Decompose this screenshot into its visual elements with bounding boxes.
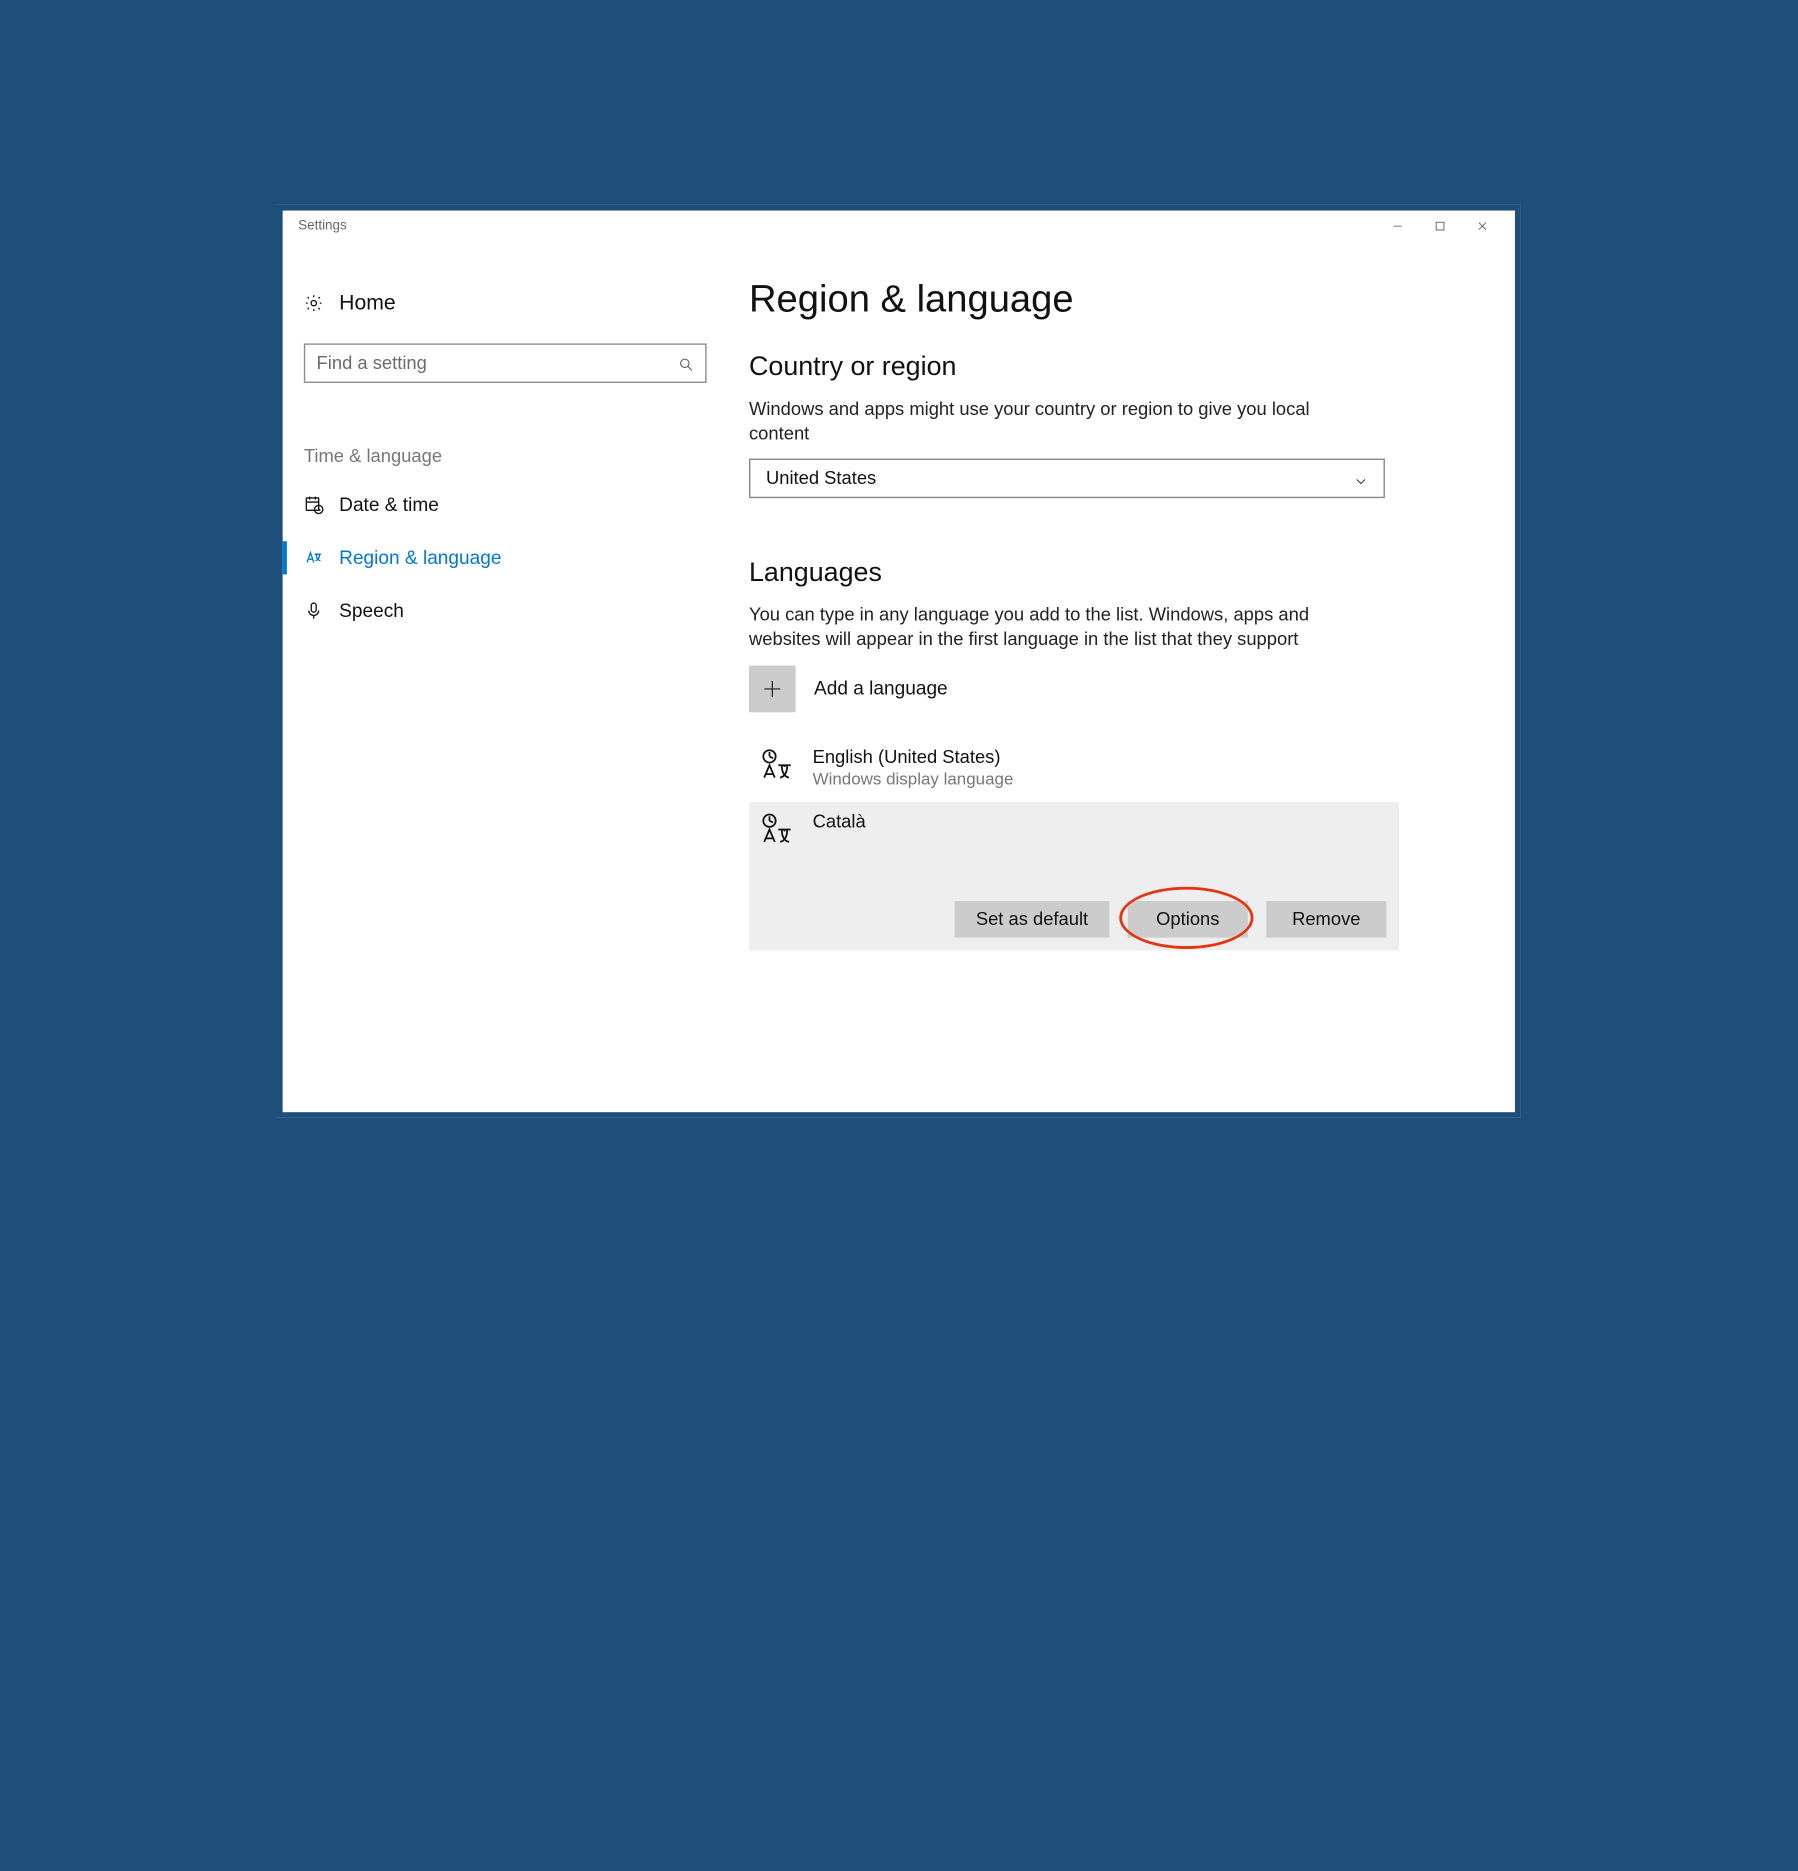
nav-date-time[interactable]: Date & time [295, 478, 715, 531]
country-selected: United States [766, 467, 876, 489]
gear-icon [304, 293, 324, 313]
plus-icon [749, 666, 796, 713]
language-glyph-icon [759, 747, 794, 782]
microphone-icon [304, 601, 324, 621]
language-icon [304, 548, 324, 568]
language-action-row: Set as default Options Remove [759, 901, 1386, 938]
main-content: Region & language Country or region Wind… [728, 241, 1515, 1112]
language-name: English (United States) [813, 746, 1014, 768]
region-description: Windows and apps might use your country … [749, 396, 1357, 446]
language-name: Català [813, 810, 866, 832]
language-item-english[interactable]: English (United States) Windows display … [749, 733, 1399, 802]
sidebar: Home Find a setting Time & language [283, 241, 728, 1112]
add-language-label: Add a language [814, 678, 948, 700]
remove-button[interactable]: Remove [1266, 901, 1386, 938]
nav-item-label: Speech [339, 600, 404, 622]
home-label: Home [339, 291, 396, 315]
country-dropdown[interactable]: United States [749, 458, 1385, 498]
nav-region-language[interactable]: Region & language [295, 531, 715, 584]
nav-speech[interactable]: Speech [295, 584, 715, 637]
minimize-button[interactable] [1376, 212, 1418, 240]
window-title: Settings [298, 218, 347, 234]
maximize-button[interactable] [1419, 212, 1461, 240]
search-placeholder: Find a setting [317, 352, 679, 374]
set-default-button[interactable]: Set as default [955, 901, 1110, 938]
calendar-clock-icon [304, 495, 324, 515]
window-controls [1376, 212, 1503, 240]
home-nav[interactable]: Home [295, 285, 715, 327]
nav-item-label: Region & language [339, 547, 501, 569]
search-icon [678, 355, 694, 371]
options-button[interactable]: Options [1128, 901, 1248, 938]
close-button[interactable] [1461, 212, 1503, 240]
titlebar: Settings [283, 210, 1515, 241]
languages-description: You can type in any language you add to … [749, 602, 1357, 652]
settings-window: Settings Home [277, 205, 1521, 1118]
region-heading: Country or region [749, 352, 1473, 382]
page-title: Region & language [749, 277, 1473, 321]
language-subtitle: Windows display language [813, 769, 1014, 789]
chevron-down-icon [1354, 471, 1368, 485]
languages-heading: Languages [749, 557, 1473, 587]
search-input[interactable]: Find a setting [304, 343, 707, 383]
language-glyph-icon [759, 812, 794, 847]
add-language-button[interactable]: Add a language [749, 666, 1473, 713]
language-item-catala[interactable]: Català Set as default Options Remove [749, 802, 1399, 950]
nav-item-label: Date & time [339, 494, 439, 516]
nav-section-label: Time & language [304, 445, 707, 467]
